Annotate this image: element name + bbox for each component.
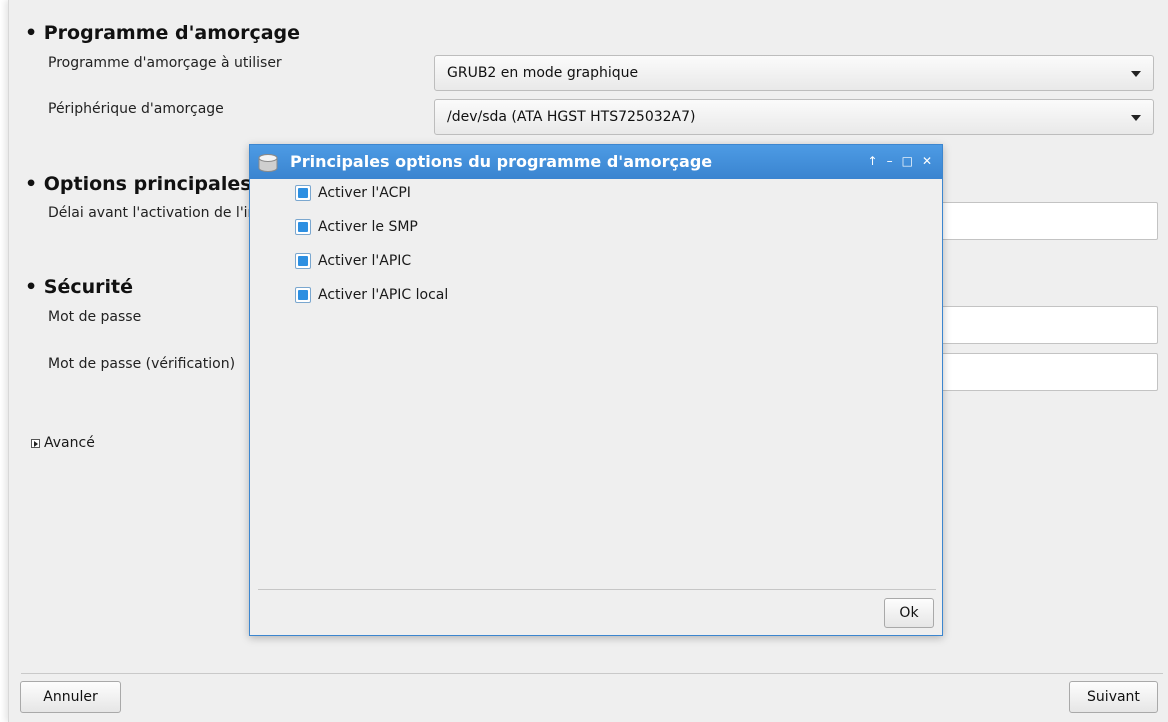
ok-button[interactable]: Ok	[884, 598, 934, 628]
drive-icon	[258, 154, 278, 172]
boot-device-select[interactable]: /dev/sda (ATA HGST HTS725032A7)	[434, 99, 1154, 135]
checkbox-checked[interactable]	[295, 219, 311, 235]
bootloader-options-dialog: Principales options du programme d'amorç…	[249, 144, 943, 636]
boot-device-select-value: /dev/sda (ATA HGST HTS725032A7)	[447, 109, 696, 125]
boot-device-label: Périphérique d'amorçage	[48, 101, 224, 117]
footer-separator	[21, 673, 1163, 674]
advanced-expander[interactable]: Avancé	[31, 435, 95, 451]
bootloader-section-title: • Programme d'amorçage	[25, 22, 301, 44]
option-acpi[interactable]: Activer l'ACPI	[295, 185, 411, 201]
checkbox-checked[interactable]	[295, 287, 311, 303]
option-smp[interactable]: Activer le SMP	[295, 219, 418, 235]
next-button[interactable]: Suivant	[1069, 681, 1158, 713]
security-section-title: • Sécurité	[25, 276, 133, 298]
expand-arrow-icon	[31, 438, 40, 448]
keep-above-icon[interactable]: ↑	[868, 153, 878, 169]
main-options-section-title: • Options principales	[25, 173, 252, 195]
dialog-titlebar[interactable]: Principales options du programme d'amorç…	[250, 145, 942, 179]
chevron-down-icon	[1131, 71, 1141, 77]
option-label: Activer l'ACPI	[318, 185, 411, 201]
close-icon[interactable]: ✕	[922, 153, 932, 169]
option-local-apic[interactable]: Activer l'APIC local	[295, 287, 448, 303]
option-label: Activer le SMP	[318, 219, 418, 235]
option-label: Activer l'APIC	[318, 253, 412, 269]
dialog-title: Principales options du programme d'amorç…	[290, 152, 713, 171]
checkbox-checked[interactable]	[295, 185, 311, 201]
dialog-separator	[258, 589, 936, 590]
chevron-down-icon	[1131, 115, 1141, 121]
cancel-button[interactable]: Annuler	[20, 681, 121, 713]
bootloader-select-value: GRUB2 en mode graphique	[447, 65, 639, 81]
advanced-label: Avancé	[44, 435, 95, 451]
maximize-icon[interactable]: □	[902, 153, 913, 169]
checkbox-checked[interactable]	[295, 253, 311, 269]
option-label: Activer l'APIC local	[318, 287, 449, 303]
option-apic[interactable]: Activer l'APIC	[295, 253, 411, 269]
minimize-icon[interactable]: –	[887, 153, 893, 169]
bootloader-label: Programme d'amorçage à utiliser	[48, 55, 282, 71]
password-label: Mot de passe	[48, 309, 142, 325]
password-check-label: Mot de passe (vérification)	[48, 356, 236, 372]
bootloader-select[interactable]: GRUB2 en mode graphique	[434, 55, 1154, 91]
